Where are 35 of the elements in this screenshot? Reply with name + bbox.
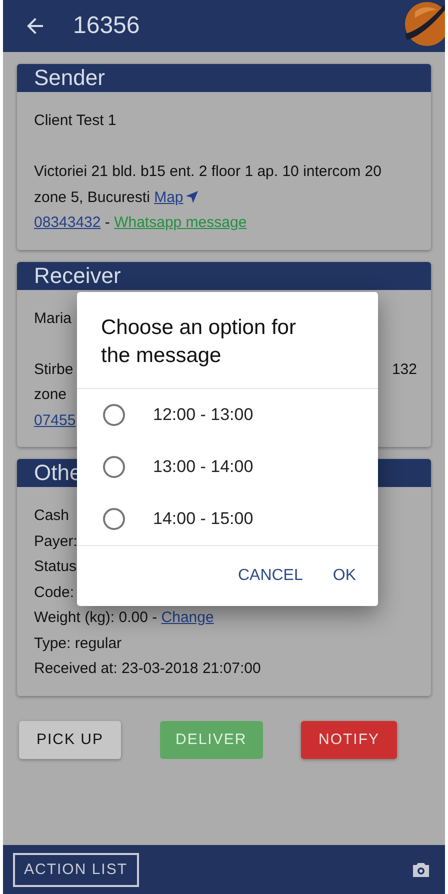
dialog-button[interactable]: OK — [318, 554, 370, 598]
action-list-button[interactable]: ACTION LIST — [13, 852, 139, 886]
info-text: Cash — [34, 506, 70, 526]
link[interactable]: 08343432 — [34, 214, 101, 231]
option-label[interactable]: 13:00 - 14:00 — [153, 457, 254, 477]
dialog-title: Choose an option for the message — [100, 315, 297, 369]
action-button[interactable]: PICK UP — [19, 720, 121, 758]
order-title: 16356 — [73, 12, 140, 40]
link[interactable]: 07455 — [34, 412, 76, 428]
info-text: 132 — [392, 360, 417, 380]
section-header: Receiver — [17, 262, 431, 290]
map-link[interactable]: Map — [154, 184, 200, 210]
section-header: Sender — [17, 64, 431, 92]
info-text: Type: regular — [34, 634, 122, 654]
info-text: Client Test 1 — [34, 111, 116, 131]
info-text: Received at: 23-03-2018 21:07:00 — [34, 659, 261, 679]
info-text: zone — [34, 385, 67, 405]
radio-button[interactable] — [103, 508, 125, 530]
option-label[interactable]: 14:00 - 15:00 — [153, 509, 254, 529]
option-label[interactable]: 12:00 - 13:00 — [153, 405, 254, 425]
info-text: Status — [34, 557, 77, 577]
link[interactable]: Change — [161, 609, 214, 626]
info-text: 08343432 - Whatsapp message — [34, 213, 247, 233]
camera-icon[interactable] — [412, 862, 430, 878]
info-text: Victoriei 21 bld. b15 ent. 2 floor 1 ap. 10 intercom 20 zone 5, Bucuresti Map — [34, 159, 417, 210]
navigation-arrow-icon — [185, 190, 200, 204]
action-button[interactable]: NOTIFY — [301, 720, 397, 758]
info-text: Code: — [34, 582, 74, 602]
radio-button[interactable] — [103, 404, 125, 426]
radio-button[interactable] — [103, 456, 125, 478]
info-text: Payer: — [34, 532, 78, 552]
info-text: Stirbe — [34, 360, 74, 380]
info-text: Weight (kg): 0.00 - Change — [34, 608, 214, 628]
dialog-button[interactable]: CANCEL — [224, 554, 317, 598]
info-text: Maria — [34, 308, 72, 328]
